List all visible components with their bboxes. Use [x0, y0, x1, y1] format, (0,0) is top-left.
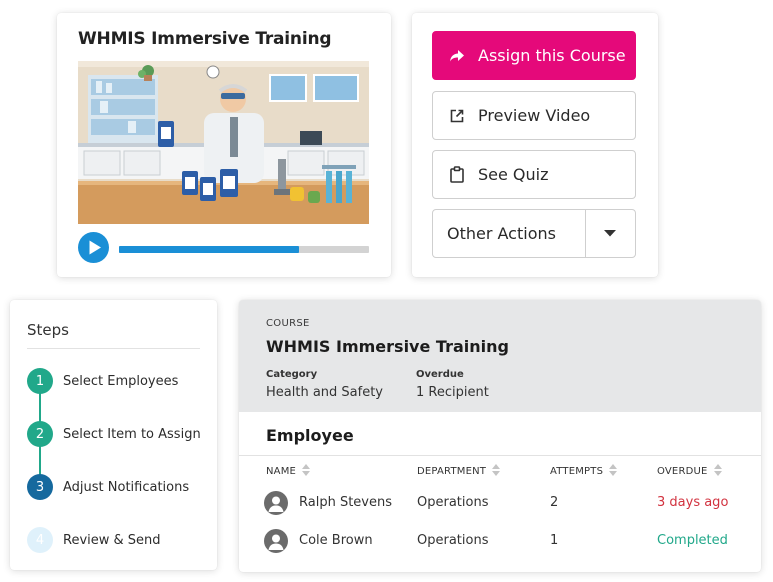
step-select-employees[interactable]: 1 Select Employees [27, 368, 178, 394]
step-label: Select Employees [63, 373, 179, 389]
course-kicker: COURSE [266, 318, 310, 329]
course-actions-card: Assign this Course Preview Video See Qui… [412, 13, 658, 277]
other-actions-label: Other Actions [447, 224, 556, 243]
video-player-controls [78, 231, 369, 265]
video-card: WHMIS Immersive Training [57, 13, 391, 277]
employee-name: Ralph Stevens [299, 495, 392, 510]
employee-attempts: 1 [550, 533, 559, 548]
column-header-label: DEPARTMENT [417, 466, 487, 477]
external-link-icon [448, 107, 466, 125]
employee-name: Cole Brown [299, 533, 373, 548]
assign-course-button[interactable]: Assign this Course [432, 31, 636, 80]
employee-divider [239, 455, 761, 456]
avatar [264, 529, 288, 553]
course-name: WHMIS Immersive Training [266, 337, 509, 356]
step-number: 4 [27, 527, 53, 553]
step-label: Select Item to Assign [63, 426, 201, 442]
course-header: COURSE WHMIS Immersive Training Category… [239, 300, 761, 412]
progress-bar[interactable] [119, 246, 369, 253]
user-icon [268, 496, 284, 512]
employee-department: Operations [417, 495, 489, 510]
step-label: Adjust Notifications [63, 479, 190, 495]
category-value: Health and Safety [266, 385, 383, 400]
employee-overdue: Completed [657, 533, 728, 548]
progress-fill [119, 246, 299, 253]
caret-down-icon[interactable] [585, 210, 635, 257]
avatar [264, 491, 288, 515]
step-number: 1 [27, 368, 53, 394]
employee-overdue: 3 days ago [657, 495, 729, 510]
share-arrow-icon [448, 47, 466, 65]
course-summary-card: COURSE WHMIS Immersive Training Category… [239, 300, 761, 572]
lab-scene-illustration [78, 61, 369, 224]
see-quiz-button[interactable]: See Quiz [432, 150, 636, 199]
step-number: 3 [27, 474, 53, 500]
step-label: Review & Send [63, 532, 161, 548]
steps-title: Steps [27, 321, 69, 339]
step-select-item[interactable]: 2 Select Item to Assign [27, 421, 201, 447]
video-title: WHMIS Immersive Training [78, 29, 332, 49]
table-row[interactable]: Ralph Stevens Operations 2 3 days ago [239, 489, 761, 517]
video-thumbnail[interactable] [78, 61, 369, 224]
sort-icon [302, 464, 311, 479]
step-adjust-notifications[interactable]: 3 Adjust Notifications [27, 474, 189, 500]
steps-divider [27, 348, 200, 349]
assign-course-label: Assign this Course [478, 46, 626, 65]
employee-attempts: 2 [550, 495, 559, 510]
table-row[interactable]: Cole Brown Operations 1 Completed [239, 527, 761, 555]
play-button[interactable] [78, 232, 109, 263]
sort-icon [713, 464, 722, 479]
steps-card: Steps 1 Select Employees 2 Select Item t… [10, 300, 217, 570]
overdue-label: Overdue [416, 369, 464, 380]
other-actions-dropdown[interactable]: Other Actions [432, 209, 636, 258]
step-number: 2 [27, 421, 53, 447]
sort-icon [609, 464, 618, 479]
preview-video-button[interactable]: Preview Video [432, 91, 636, 140]
category-label: Category [266, 369, 318, 380]
column-header-overdue[interactable]: OVERDUE [657, 464, 722, 479]
preview-video-label: Preview Video [478, 106, 591, 125]
column-header-attempts[interactable]: ATTEMPTS [550, 464, 618, 479]
user-icon [268, 534, 284, 550]
sort-icon [492, 464, 501, 479]
overdue-value: 1 Recipient [416, 385, 489, 400]
employee-section-title: Employee [266, 426, 354, 445]
see-quiz-label: See Quiz [478, 165, 549, 184]
column-header-department[interactable]: DEPARTMENT [417, 464, 501, 479]
clipboard-icon [448, 166, 466, 184]
step-review-send[interactable]: 4 Review & Send [27, 527, 161, 553]
column-header-name[interactable]: NAME [266, 464, 311, 479]
column-header-label: ATTEMPTS [550, 466, 604, 477]
employee-department: Operations [417, 533, 489, 548]
column-header-label: NAME [266, 466, 297, 477]
column-header-label: OVERDUE [657, 466, 708, 477]
play-icon [89, 240, 101, 255]
